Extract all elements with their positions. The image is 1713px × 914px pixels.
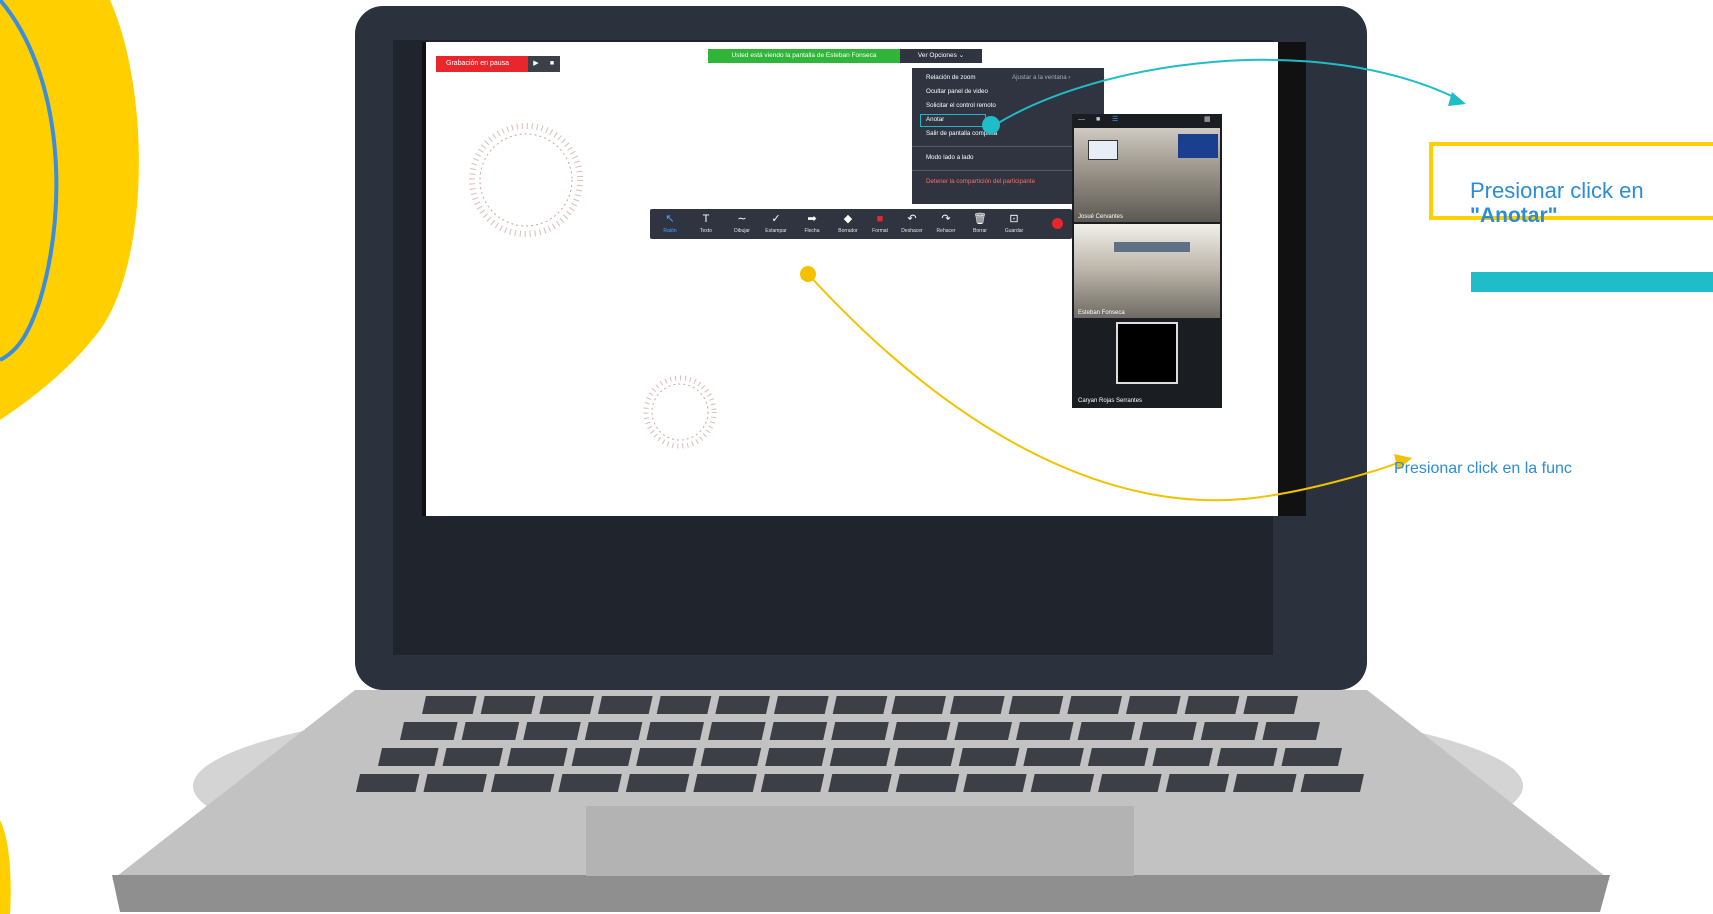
function-callout-text: Presionar click en la func [1394, 460, 1572, 477]
toolbar-hotspot [800, 266, 816, 282]
annotate-callout-text: Presionar click en [1470, 178, 1644, 203]
connector-layer [807, 58, 1466, 502]
annotate-hotspot [982, 116, 1000, 134]
annotate-callout-bold: "Anotar" [1470, 204, 1558, 227]
annotate-callout-accent [1471, 272, 1713, 292]
teal-arrowhead [1448, 92, 1466, 106]
